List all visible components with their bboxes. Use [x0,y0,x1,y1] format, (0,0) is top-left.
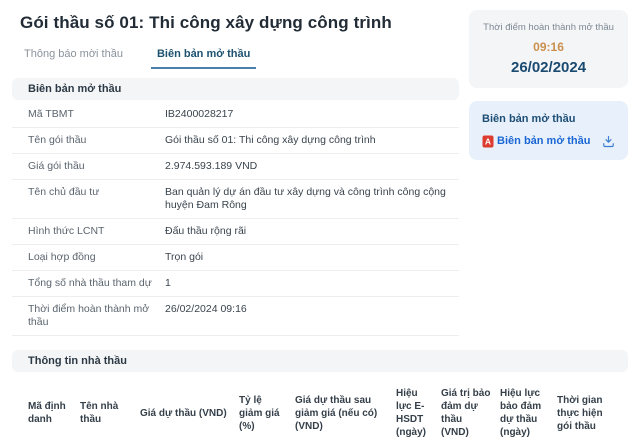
tab-thong-bao-moi-thau[interactable]: Thông báo mời thầu [22,44,125,69]
download-card-title: Biên bản mở thầu [482,113,615,125]
info-value: 26/02/2024 09:16 [165,303,459,316]
info-row-ten-chu-dau-tu: Tên chủ đầu tư Ban quản lý dự án đầu tư … [12,180,459,219]
bid-record-info-list: Mã TBMT IB2400028217 Tên gói thầu Gói th… [12,102,459,336]
info-label: Giá gói thầu [28,160,165,173]
contractor-table: Mã định danh Tên nhà thầu Giá dự thầu (V… [12,378,628,445]
open-time-value: 09:16 [477,40,620,54]
col-header-hieu-luc-bao-dam: Hiệu lực bảo đảm dự thầu (ngày) [500,378,557,445]
bid-record-download-card: Biên bản mở thầu A Biên bản mở thầu [469,101,628,160]
section-header-bien-ban-mo-thau: Biên bản mở thầu [12,78,459,100]
tab-bar: Thông báo mời thầu Biên bản mở thầu [22,44,459,69]
col-header-thoi-gian-thuc-hien: Thời gian thực hiện gói thầu [557,378,628,445]
col-header-gia-tri-bao-dam: Giá trị bảo đảm dự thầu (VND) [441,378,500,445]
col-header-gia-sau-giam-gia: Giá dự thầu sau giảm giá (nếu có) (VND) [295,378,396,445]
download-icon[interactable] [601,134,615,148]
info-value: Đấu thầu rộng rãi [165,225,459,238]
right-panel: Thời điểm hoàn thành mở thầu 09:16 26/02… [469,0,628,336]
info-row-gia-goi-thau: Giá gói thầu 2.974.593.189 VND [12,154,459,180]
open-time-label: Thời điểm hoàn thành mở thầu [477,22,620,33]
open-time-card: Thời điểm hoàn thành mở thầu 09:16 26/02… [469,10,628,88]
info-label: Loại hợp đồng [28,251,165,264]
section-title: Thông tin nhà thầu [28,355,127,367]
open-date-value: 26/02/2024 [477,59,620,76]
page-title: Gói thầu số 01: Thi công xây dựng công t… [20,13,459,33]
table-header-row: Mã định danh Tên nhà thầu Giá dự thầu (V… [12,378,628,445]
info-label: Tổng số nhà thầu tham dự [28,277,165,290]
info-label: Mã TBMT [28,108,165,121]
bid-record-file-link[interactable]: Biên bản mở thầu [497,135,590,147]
info-row-hinh-thuc-lcnt: Hình thức LCNT Đấu thầu rộng rãi [12,219,459,245]
info-row-ma-tbmt: Mã TBMT IB2400028217 [12,102,459,128]
section-title: Biên bản mở thầu [28,83,121,95]
info-value: IB2400028217 [165,108,459,121]
info-label: Tên chủ đầu tư [28,186,165,199]
svg-text:A: A [485,136,491,146]
col-header-hieu-luc-ehsdt: Hiệu lực E-HSDT (ngày) [396,378,441,445]
info-row-thoi-diem-mo-thau: Thời điểm hoàn thành mở thầu 26/02/2024 … [12,297,459,336]
info-row-ten-goi-thau: Tên gói thầu Gói thầu số 01: Thi công xâ… [12,128,459,154]
page: Gói thầu số 01: Thi công xây dựng công t… [0,0,640,445]
col-header-gia-du-thau: Giá dự thầu (VND) [140,378,239,445]
section-header-thong-tin-nha-thau: Thông tin nhà thầu [12,350,628,372]
info-value: Gói thầu số 01: Thi công xây dựng công t… [165,134,459,147]
tab-bien-ban-mo-thau[interactable]: Biên bản mở thầu [151,44,256,69]
pdf-file-icon: A [482,135,494,148]
col-header-ty-le-giam-gia: Tỷ lệ giảm giá (%) [239,378,295,445]
info-value: 2.974.593.189 VND [165,160,459,173]
contractor-section: Thông tin nhà thầu Mã định danh Tên nhà … [12,350,628,445]
info-value: Trọn gói [165,251,459,264]
main-column: Gói thầu số 01: Thi công xây dựng công t… [12,0,459,336]
info-label: Hình thức LCNT [28,225,165,238]
info-value: 1 [165,277,459,290]
info-label: Tên gói thầu [28,134,165,147]
info-row-loai-hop-dong: Loại hợp đồng Trọn gói [12,245,459,271]
info-label: Thời điểm hoàn thành mở thầu [28,303,165,329]
info-value: Ban quản lý dự án đầu tư xây dựng và côn… [165,186,459,212]
col-header-ten-nha-thau: Tên nhà thầu [80,378,140,445]
info-row-tong-so-nha-thau: Tổng số nhà thầu tham dự 1 [12,271,459,297]
col-header-ma-dinh-danh: Mã định danh [12,378,80,445]
download-file-row: A Biên bản mở thầu [482,134,615,148]
